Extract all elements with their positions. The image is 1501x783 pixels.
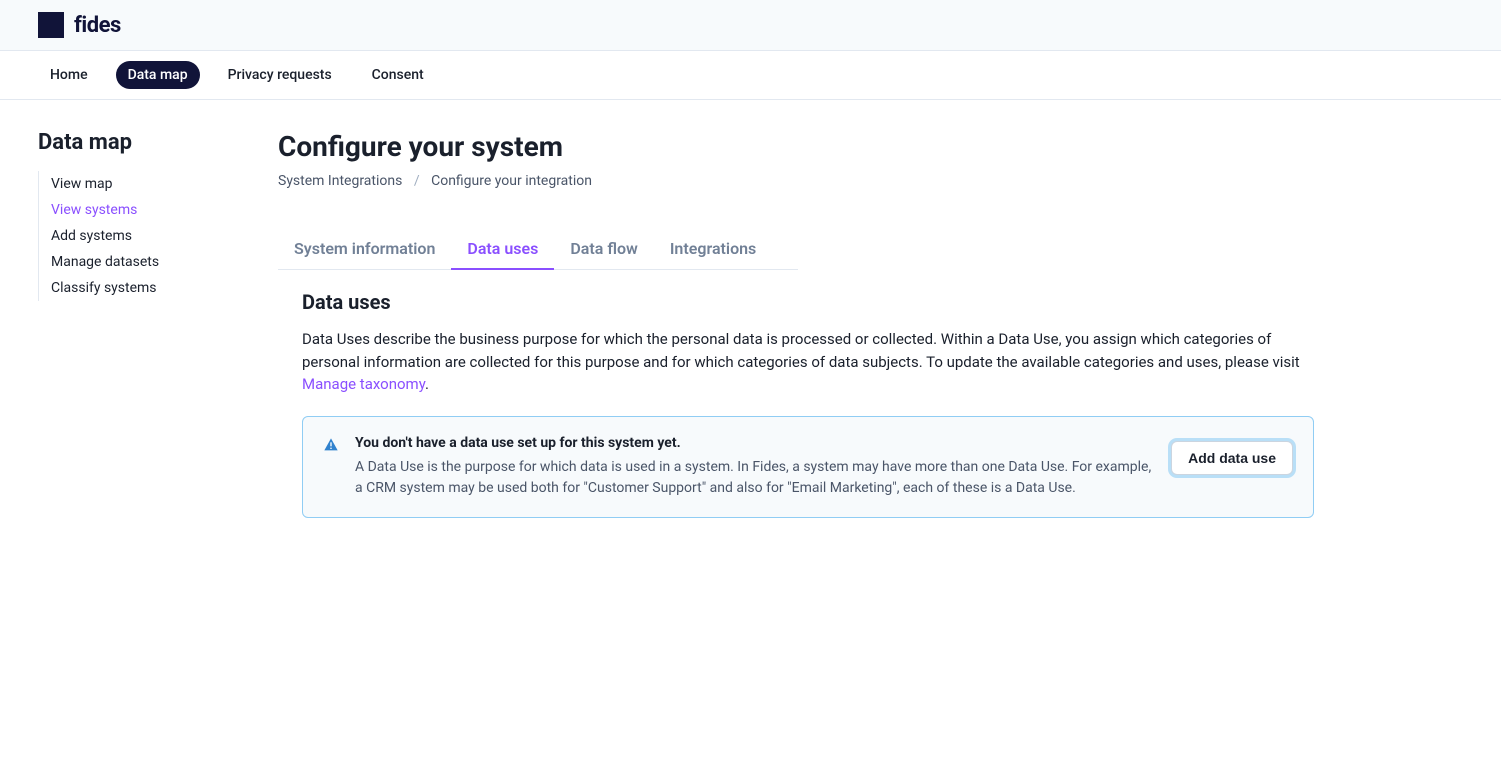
alert-text: You don't have a data use set up for thi… (355, 435, 1155, 499)
sidebar-item-view-map[interactable]: View map (51, 171, 258, 197)
data-uses-section: Data uses Data Uses describe the busines… (278, 270, 1338, 518)
alert-content: You don't have a data use set up for thi… (355, 435, 1293, 499)
sidebar-item-view-systems[interactable]: View systems (51, 197, 258, 223)
nav-data-map[interactable]: Data map (116, 61, 200, 89)
alert-box: You don't have a data use set up for thi… (302, 416, 1314, 518)
tab-integrations[interactable]: Integrations (654, 229, 772, 270)
nav-home[interactable]: Home (38, 61, 100, 89)
page-title: Configure your system (278, 130, 1338, 163)
alert-description: A Data Use is the purpose for which data… (355, 457, 1155, 499)
sidebar-title: Data map (38, 130, 258, 155)
primary-nav: Home Data map Privacy requests Consent (0, 51, 1501, 100)
tab-system-information[interactable]: System information (278, 229, 451, 270)
tabs: System information Data uses Data flow I… (278, 229, 798, 270)
manage-taxonomy-link[interactable]: Manage taxonomy (302, 375, 425, 393)
section-title: Data uses (302, 290, 1314, 314)
top-bar: fides (0, 0, 1501, 51)
tab-data-uses[interactable]: Data uses (451, 229, 554, 270)
nav-privacy-requests[interactable]: Privacy requests (216, 61, 344, 89)
sidebar-item-add-systems[interactable]: Add systems (51, 223, 258, 249)
section-description: Data Uses describe the business purpose … (302, 328, 1314, 396)
section-desc-suffix: . (425, 375, 429, 393)
breadcrumb-item: Configure your integration (431, 173, 592, 189)
breadcrumb: System Integrations / Configure your int… (278, 173, 1338, 189)
sidebar: Data map View map View systems Add syste… (0, 130, 278, 518)
sidebar-item-manage-datasets[interactable]: Manage datasets (51, 249, 258, 275)
logo-icon (38, 12, 64, 38)
breadcrumb-item[interactable]: System Integrations (278, 173, 402, 189)
alert-title: You don't have a data use set up for thi… (355, 435, 1155, 451)
main-content: Configure your system System Integration… (278, 130, 1378, 518)
nav-consent[interactable]: Consent (360, 61, 436, 89)
sidebar-list: View map View systems Add systems Manage… (38, 171, 258, 301)
section-desc-text: Data Uses describe the business purpose … (302, 330, 1300, 371)
add-data-use-button[interactable]: Add data use (1171, 441, 1293, 475)
logo[interactable]: fides (38, 12, 121, 38)
tab-data-flow[interactable]: Data flow (554, 229, 653, 270)
breadcrumb-separator: / (414, 173, 420, 189)
sidebar-item-classify-systems[interactable]: Classify systems (51, 275, 258, 301)
warning-icon (323, 437, 339, 457)
logo-text: fides (74, 13, 121, 38)
